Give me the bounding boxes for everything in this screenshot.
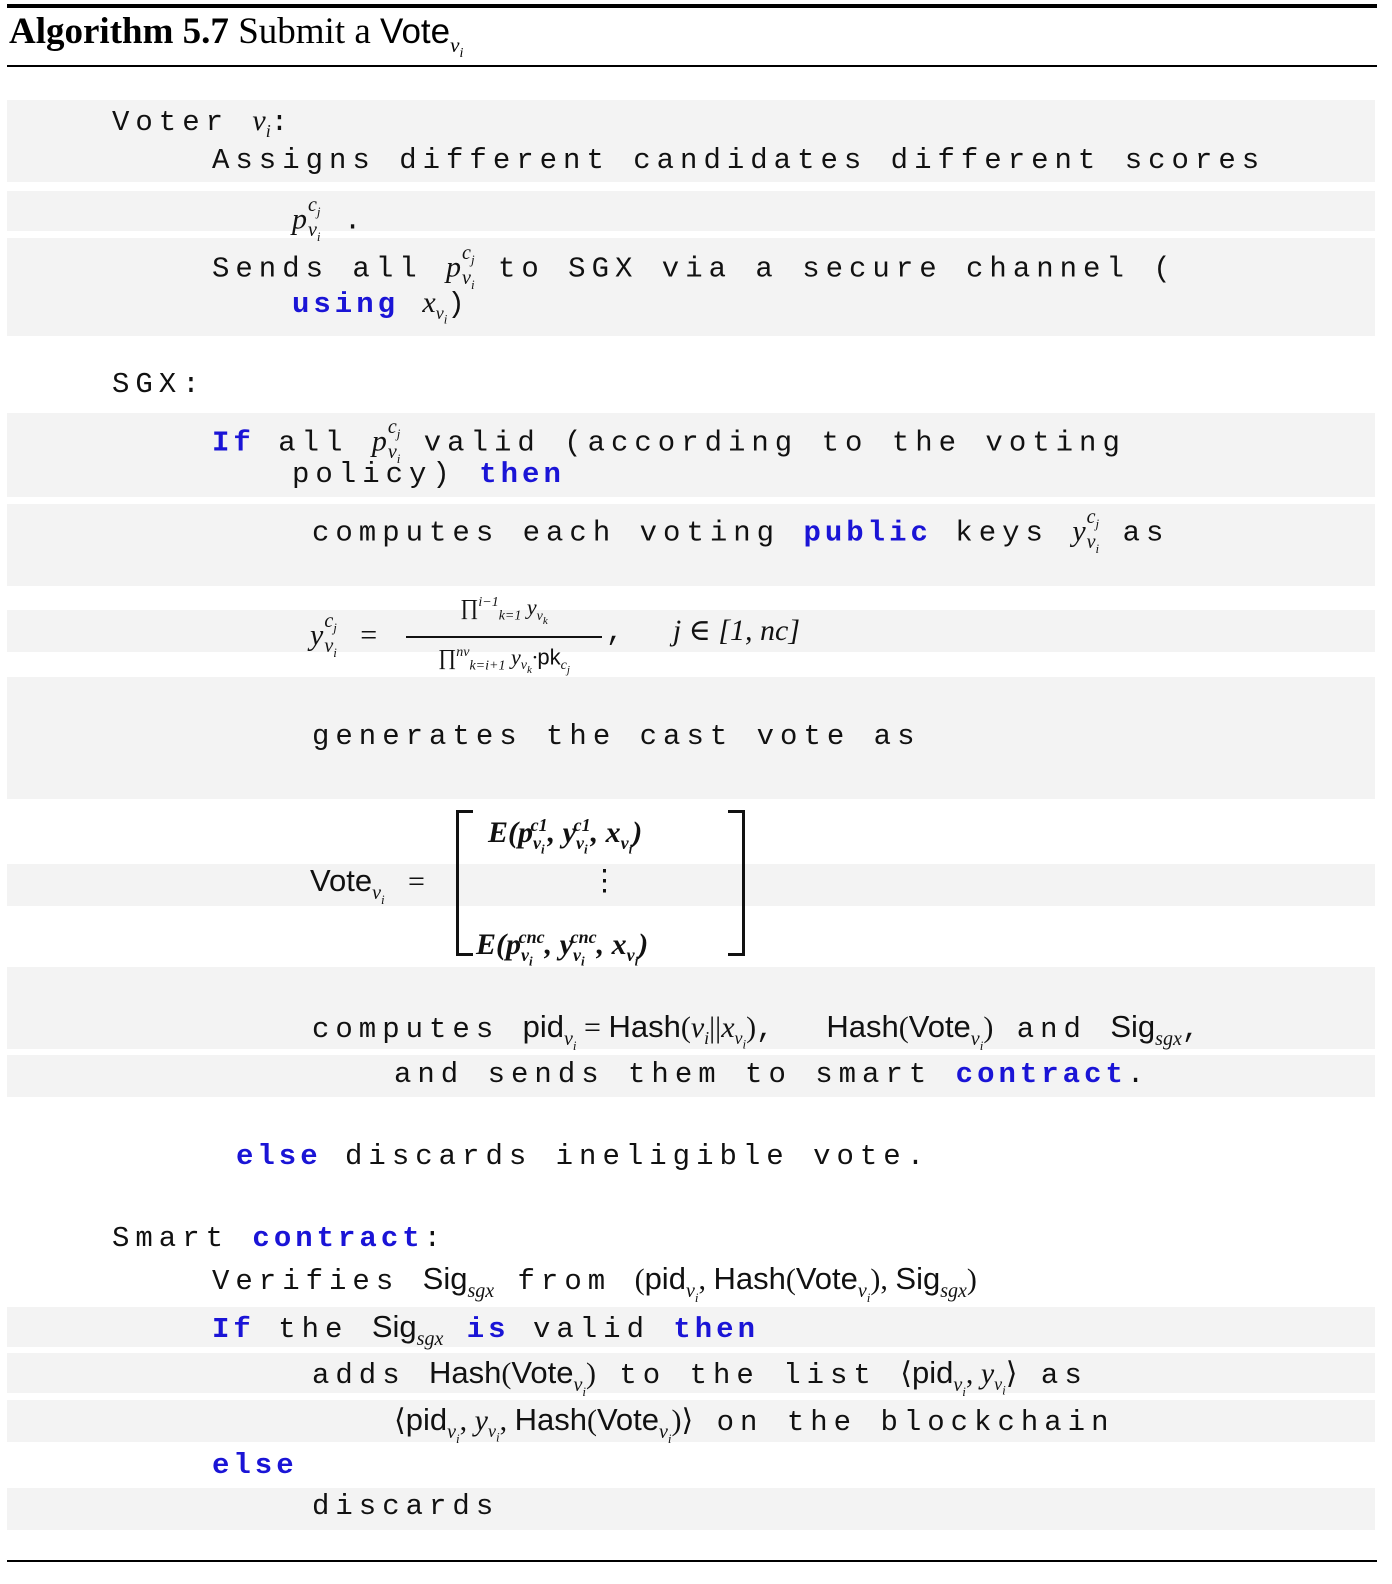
voter-using-line: using xvi) xyxy=(292,286,471,327)
matrix-right-bracket xyxy=(728,810,745,956)
sgx-send-line: and sends them to smart contract. xyxy=(394,1058,1151,1091)
sgx-compute-line: computes each voting public keys y cj vi a… xyxy=(312,506,1170,556)
listing-band xyxy=(7,864,1375,906)
header-rule xyxy=(7,65,1377,67)
voter-label: Voter vi: xyxy=(112,104,295,141)
vote-matrix-lhs: Votevi = xyxy=(310,863,425,908)
sgx-generate-line: generates the cast vote as xyxy=(312,720,921,753)
contract-if-line: If the Sigsgx is valid then xyxy=(212,1309,759,1351)
key-formula-range: , j ∈ [1, nc] xyxy=(606,614,801,649)
sgx-compute2-line: computes pidvi = Hash(vi||xvi), Hash(Vot… xyxy=(312,1009,1206,1054)
top-rule xyxy=(7,4,1377,8)
listing-band xyxy=(7,1488,1375,1530)
bottom-rule xyxy=(7,1560,1377,1562)
matrix-dots: ⋮ xyxy=(590,865,619,897)
contract-discards-line: discards xyxy=(312,1490,500,1523)
contract-label: Smart contract: xyxy=(112,1222,448,1255)
key-formula-lhs: y cj vi = xyxy=(310,610,378,660)
contract-tuple-line: ⟨pidvi, yvi, Hash(Votevi)⟩ on the blockc… xyxy=(394,1402,1115,1447)
key-formula-fraction: ∏i−1k=1 yvk ∏nvk=i+1 yvk·pkcj xyxy=(406,590,602,683)
voter-assign-line: Assigns different candidates different s… xyxy=(212,144,1266,177)
sgx-label: SGX: xyxy=(112,368,206,401)
contract-verify-line: Verifies Sigsgx from (pidvi, Hash(Votevi… xyxy=(212,1261,977,1306)
listing-band xyxy=(7,191,1375,231)
algorithm-title: Algorithm 5.7 Submit a Votevi xyxy=(9,11,464,62)
sgx-else-line: else discards ineligible vote. xyxy=(236,1140,931,1173)
matrix-bottom-entry: E(pvicnc, yvicnc, xvi) xyxy=(476,927,649,969)
voter-score-symbol: p cj vi . xyxy=(292,194,368,244)
sgx-policy-line: policy) then xyxy=(292,458,565,491)
contract-else-line: else xyxy=(212,1449,298,1482)
matrix-left-bracket xyxy=(456,810,473,956)
matrix-top-entry: E(pvic1, yvic1, xvi) xyxy=(488,815,643,857)
